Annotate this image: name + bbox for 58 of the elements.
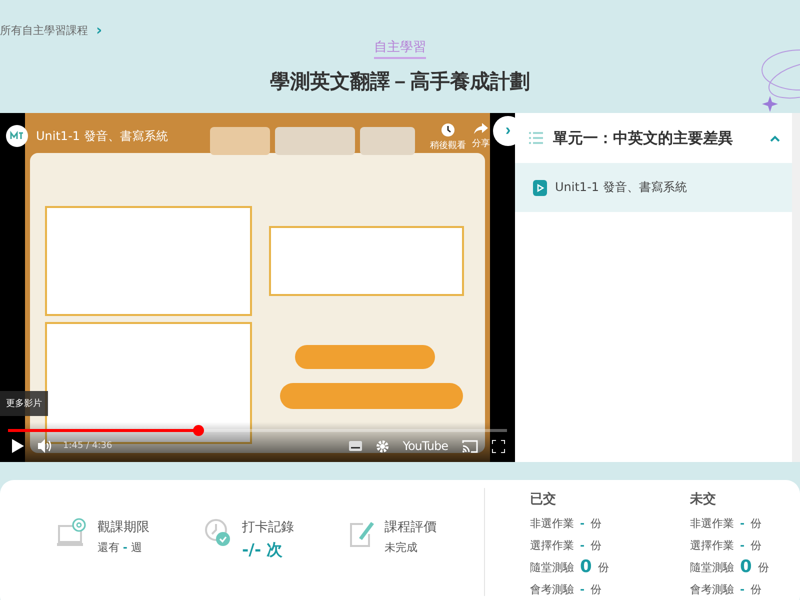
chevron-icon: ›: [96, 21, 102, 39]
submission-count: -: [740, 516, 745, 530]
scrollbar[interactable]: [792, 113, 800, 462]
category-link[interactable]: 自主學習: [374, 40, 426, 59]
share-label: 分享: [472, 138, 490, 150]
caret-icon[interactable]: [770, 134, 780, 142]
video-title[interactable]: Unit1-1 發音、書寫系統: [36, 128, 168, 144]
submission-count: -: [740, 582, 745, 596]
stat-label: 打卡記錄: [242, 519, 294, 536]
list-icon: [529, 132, 543, 144]
lesson-item[interactable]: Unit1-1 發音、書寫系統: [515, 163, 792, 212]
submission-count: 0: [580, 557, 592, 577]
laptop-icon: [57, 518, 88, 548]
review-status: 未完成: [384, 540, 419, 555]
unit-label: 份: [750, 582, 762, 596]
time-display: 1:45 / 4:36: [63, 441, 112, 451]
unit-label: 份: [750, 516, 762, 530]
unit-label: 份: [598, 560, 609, 574]
stat-label: 課程評價: [384, 519, 437, 536]
unit-label: 份: [590, 538, 602, 552]
submission-label: 選擇作業: [690, 538, 734, 552]
clock-icon[interactable]: [441, 123, 455, 137]
volume-icon[interactable]: [38, 439, 53, 453]
submission-count: 0: [740, 557, 752, 577]
submission-label: 選擇作業: [530, 538, 574, 552]
unit-label: 份: [590, 582, 602, 596]
submission-count: -: [580, 582, 585, 596]
submission-label: 非選作業: [690, 516, 734, 530]
share-icon[interactable]: [474, 123, 488, 135]
submission-count: -: [580, 516, 585, 530]
submission-count: -: [580, 538, 585, 552]
submission-label: 隨堂測驗: [530, 560, 574, 574]
more-videos-tooltip[interactable]: 更多影片: [0, 391, 48, 416]
chapter-title: 單元一：中英文的主要差異: [553, 128, 734, 148]
settings-icon[interactable]: [376, 440, 389, 452]
stat-label: 觀課期限: [97, 519, 150, 536]
column-heading: 未交: [690, 490, 717, 508]
cast-icon[interactable]: [462, 440, 478, 452]
submission-label: 隨堂測驗: [690, 560, 734, 574]
course-title: 學測英文翻譯－高手養成計劃: [269, 68, 531, 95]
unit-label: 份: [750, 538, 762, 552]
breadcrumb-link[interactable]: 所有自主學習課程: [0, 22, 88, 38]
submission-label: 非選作業: [530, 516, 574, 530]
channel-logo-icon[interactable]: [6, 125, 28, 147]
unit-label: 份: [758, 560, 769, 574]
checkin-value: -/- 次: [242, 540, 284, 561]
watch-later-label: 稍後觀看: [430, 140, 466, 152]
submission-count: -: [740, 538, 745, 552]
column-heading: 已交: [530, 490, 557, 508]
deadline-value: 還有 - 週: [97, 540, 143, 555]
clock-check-icon: [204, 518, 232, 548]
play-icon: [533, 180, 547, 196]
fullscreen-icon[interactable]: [492, 440, 505, 452]
submission-label: 會考測驗: [530, 582, 574, 596]
unit-label: 份: [590, 516, 602, 530]
subtitles-icon[interactable]: [348, 441, 362, 451]
youtube-logo[interactable]: YouTube: [402, 439, 448, 453]
submission-label: 會考測驗: [690, 582, 734, 596]
